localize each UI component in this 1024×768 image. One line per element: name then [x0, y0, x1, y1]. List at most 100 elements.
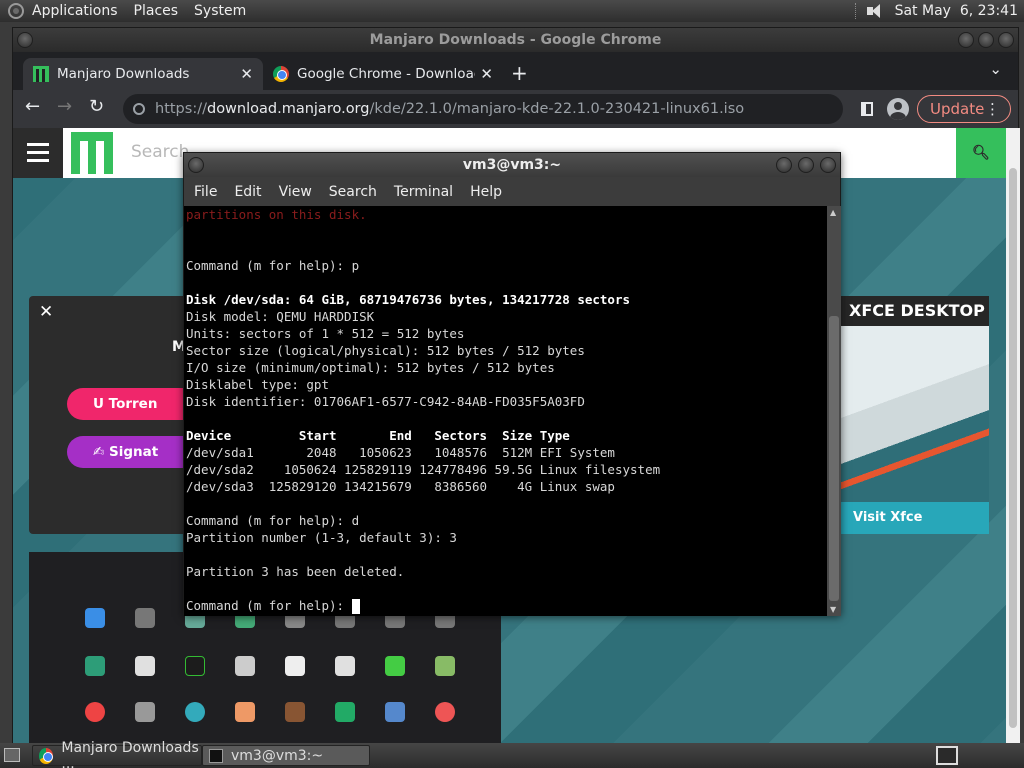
distro-logo-icon[interactable] — [8, 3, 24, 19]
site-info-icon[interactable] — [133, 103, 145, 115]
weather-app-icon — [85, 608, 105, 628]
terminal-output[interactable]: partitions on this disk. Command (m for h… — [184, 206, 827, 616]
update-label: Update — [930, 100, 985, 118]
terminal-menubar: File Edit View Search Terminal Help — [184, 177, 840, 206]
menu-applications[interactable]: Applications — [32, 3, 118, 19]
close-window-button[interactable] — [998, 32, 1014, 48]
address-bar[interactable]: https://download.manjaro.org/kde/22.1.0/… — [123, 94, 843, 124]
menu-places[interactable]: Places — [134, 3, 179, 19]
scroll-up-icon[interactable]: ▲ — [830, 208, 836, 217]
minimize-button[interactable] — [776, 157, 792, 173]
terminal-icon — [209, 748, 223, 763]
bottom-panel: Manjaro Downloads ... vm3@vm3:~ — [0, 740, 1024, 768]
app-icon — [235, 702, 255, 722]
tab-google-chrome-download[interactable]: Google Chrome - Download th ✕ — [263, 58, 503, 90]
tab-manjaro-downloads[interactable]: Manjaro Downloads ✕ — [23, 58, 263, 90]
close-tab-icon[interactable]: ✕ — [240, 65, 253, 83]
app-icon — [335, 702, 355, 722]
download-modal: ✕ M U Torren ✍ Signat — [29, 296, 207, 534]
xfce-wallpaper-image — [841, 326, 989, 502]
show-desktop-icon[interactable] — [4, 748, 20, 762]
menu-system[interactable]: System — [194, 3, 246, 19]
finder-app-icon — [235, 656, 255, 676]
document-app-icon — [285, 656, 305, 676]
maximize-button[interactable] — [798, 157, 814, 173]
taskbar-item-chrome[interactable]: Manjaro Downloads ... — [32, 740, 202, 768]
terminal-titlebar[interactable]: vm3@vm3:~ — [184, 153, 840, 177]
taskbar-item-terminal[interactable]: vm3@vm3:~ — [202, 745, 370, 766]
app-icon — [135, 702, 155, 722]
workspace-switcher-icon[interactable] — [936, 746, 958, 765]
terminal-line: Command (m for help): p — [186, 258, 360, 273]
chrome-titlebar[interactable]: Manjaro Downloads - Google Chrome — [13, 28, 1018, 52]
app-icon — [435, 702, 455, 722]
more-menu-icon[interactable]: ⋮ — [985, 96, 1000, 122]
terminal-line: Command (m for help): — [186, 597, 360, 614]
close-tab-icon[interactable]: ✕ — [480, 65, 493, 83]
update-button[interactable]: Update ⋮ — [917, 95, 1011, 123]
terminal-line: Sector size (logical/physical): 512 byte… — [186, 343, 585, 358]
tab-title: Google Chrome - Download th — [297, 66, 475, 82]
clock[interactable]: Sat May 6, 23:41 — [895, 3, 1018, 19]
terminal-title: vm3@vm3:~ — [462, 157, 562, 173]
page-scrollbar-thumb[interactable] — [1009, 168, 1017, 728]
hamburger-menu-icon[interactable] — [13, 128, 63, 178]
terminal-scrollbar[interactable]: ▲ ▼ — [827, 206, 841, 616]
maximize-button[interactable] — [978, 32, 994, 48]
profile-avatar-icon[interactable] — [887, 98, 909, 120]
terminal-line: partitions on this disk. — [186, 207, 367, 222]
signature-icon: ✍ — [93, 444, 110, 460]
site-search-input[interactable]: Search — [131, 142, 189, 162]
chrome-icon — [39, 747, 54, 764]
terminal-line: I/O size (minimum/optimal): 512 bytes / … — [186, 360, 555, 375]
menu-terminal[interactable]: Terminal — [394, 184, 453, 200]
terminal-line: Device Start End Sectors Size Type — [186, 428, 570, 443]
chrome-favicon-icon — [273, 66, 289, 82]
reload-icon[interactable]: ↻ — [89, 96, 104, 117]
terminal-line: Command (m for help): d — [186, 513, 360, 528]
close-modal-icon[interactable]: ✕ — [39, 302, 53, 322]
menu-help[interactable]: Help — [470, 184, 502, 200]
menu-search[interactable]: Search — [329, 184, 377, 200]
window-menu-button[interactable] — [17, 32, 33, 48]
visit-xfce-button[interactable]: Visit Xfce — [841, 502, 989, 534]
panel-separator — [854, 3, 857, 19]
terminal-window: vm3@vm3:~ File Edit View Search Terminal… — [183, 152, 841, 616]
terminal-line: Disk /dev/sda: 64 GiB, 68719476736 bytes… — [186, 292, 631, 307]
signature-label: Signat — [109, 444, 159, 460]
page-scrollbar[interactable] — [1006, 128, 1020, 744]
tab-search-chevron-icon[interactable]: ⌄ — [989, 60, 1002, 78]
menu-edit[interactable]: Edit — [234, 184, 261, 200]
tab-strip: Manjaro Downloads ✕ Google Chrome - Down… — [13, 52, 1018, 90]
help-app-icon — [85, 702, 105, 722]
search-icon: 🔍︎ — [972, 145, 990, 161]
top-panel: Applications Places System Sat May 6, 23… — [0, 0, 1024, 22]
site-search-button[interactable]: 🔍︎ — [956, 128, 1006, 178]
magnet-icon: U — [93, 396, 109, 412]
minimize-button[interactable] — [958, 32, 974, 48]
back-arrow-icon[interactable]: ← — [25, 96, 40, 117]
tab-title: Manjaro Downloads — [57, 66, 190, 82]
terminal-line: Units: sectors of 1 * 512 = 512 bytes — [186, 326, 465, 341]
scroll-down-icon[interactable]: ▼ — [830, 605, 836, 614]
chrome-toolbar: ← → ↻ https://download.manjaro.org/kde/2… — [13, 90, 1018, 128]
monitor-app-icon — [185, 656, 205, 676]
side-panel-icon[interactable] — [861, 102, 873, 116]
close-window-button[interactable] — [820, 157, 836, 173]
forward-arrow-icon[interactable]: → — [57, 96, 72, 117]
menu-view[interactable]: View — [279, 184, 312, 200]
app-icon — [135, 608, 155, 628]
menu-file[interactable]: File — [194, 184, 217, 200]
window-menu-button[interactable] — [188, 157, 204, 173]
terminal-scrollbar-thumb[interactable] — [829, 316, 839, 601]
app-icon — [285, 702, 305, 722]
terminal-line: Partition 3 has been deleted. — [186, 564, 405, 579]
manjaro-favicon-icon — [33, 66, 49, 82]
manjaro-logo[interactable] — [71, 132, 113, 174]
calendar-app-icon — [135, 656, 155, 676]
taskbar-label: Manjaro Downloads ... — [61, 739, 199, 768]
url-path: /kde/22.1.0/manjaro-kde-22.1.0-230421-li… — [369, 101, 745, 117]
terminal-line: Disk model: QEMU HARDDISK — [186, 309, 375, 324]
volume-icon[interactable] — [865, 3, 887, 19]
new-tab-icon[interactable]: + — [511, 61, 528, 85]
